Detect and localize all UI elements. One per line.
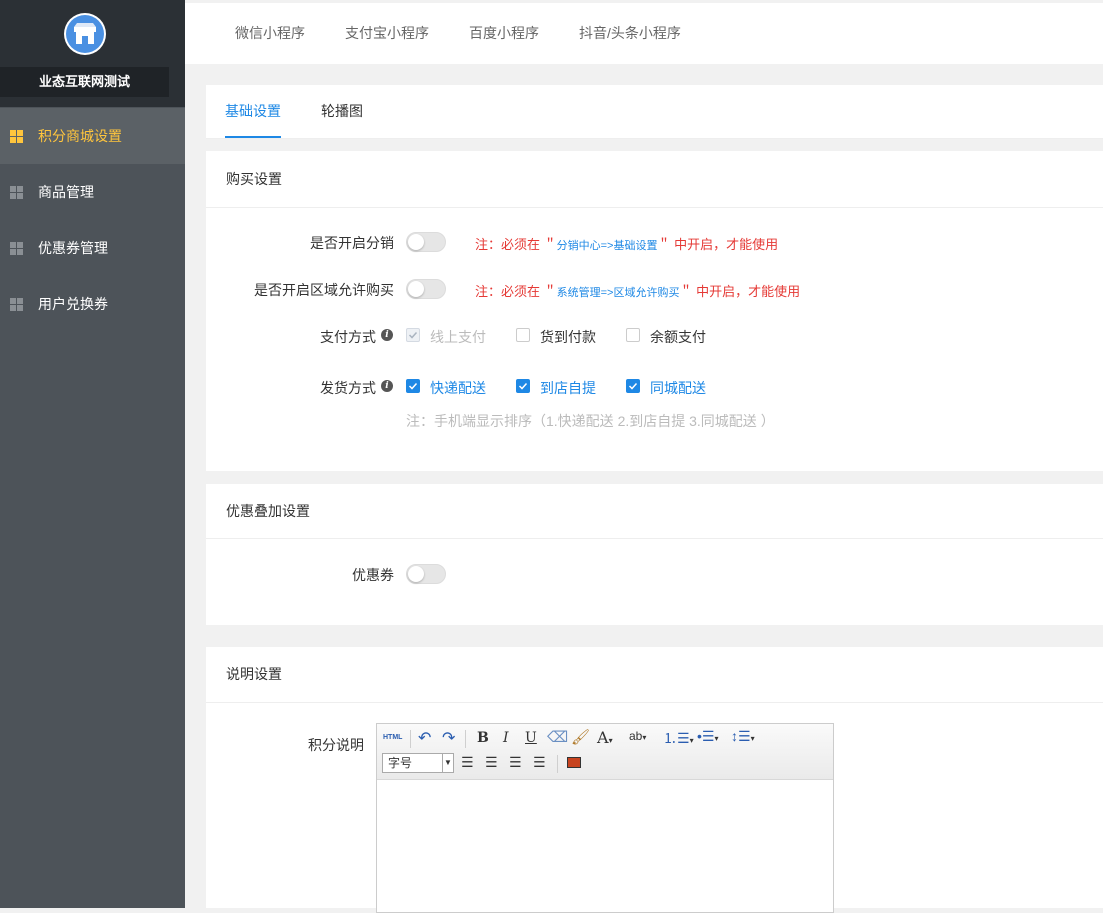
brand-name: 业态互联网测试 bbox=[0, 67, 169, 97]
editor-toolbar: HTML ↶ ↷ B I U ⌫ 🖌 A▾ ab▾ ⒈☰▾ •☰▾ ↕☰▾ 字号… bbox=[377, 724, 833, 780]
discount-stacking-panel: 优惠叠加设置 优惠券 bbox=[206, 484, 1103, 625]
store-logo-icon bbox=[64, 13, 106, 55]
sidebar-item-coupons[interactable]: 优惠券管理 bbox=[0, 220, 185, 276]
points-description-label: 积分说明 bbox=[308, 737, 364, 753]
distribution-note: 注：必须在 ＂分销中心=>基础设置＂ 中开启，才能使用 bbox=[475, 237, 779, 252]
tab-label: 基础设置 bbox=[225, 103, 281, 119]
info-icon[interactable]: i bbox=[381, 380, 393, 392]
italic-icon[interactable]: I bbox=[503, 730, 509, 746]
divider bbox=[206, 207, 1103, 208]
tab-label: 轮播图 bbox=[321, 103, 363, 119]
highlight-icon[interactable]: ab▾ bbox=[629, 729, 646, 743]
align-left-icon[interactable]: ☰ bbox=[461, 754, 474, 771]
toolbar-separator bbox=[557, 755, 558, 773]
brand-area: 业态互联网测试 bbox=[0, 0, 185, 107]
sidebar-item-label: 积分商城设置 bbox=[38, 128, 122, 144]
cash-on-delivery-label: 货到付款 bbox=[540, 329, 596, 345]
distribution-label: 是否开启分销 bbox=[310, 235, 394, 251]
align-right-icon[interactable]: ☰ bbox=[509, 754, 522, 771]
sidebar-item-user-vouchers[interactable]: 用户兑换券 bbox=[0, 276, 185, 332]
delivery-method-label: 发货方式 bbox=[320, 380, 376, 396]
payment-method-label: 支付方式 bbox=[320, 329, 376, 345]
editor-content-area[interactable] bbox=[377, 780, 833, 912]
line-height-icon[interactable]: ↕☰▾ bbox=[731, 728, 755, 745]
sidebar-item-label: 用户兑换券 bbox=[38, 296, 108, 312]
balance-payment-label: 余额支付 bbox=[650, 329, 706, 345]
bold-icon[interactable]: B bbox=[477, 730, 489, 746]
store-pickup-checkbox[interactable] bbox=[516, 379, 530, 393]
format-painter-icon[interactable]: 🖌 bbox=[571, 728, 590, 746]
eraser-icon[interactable]: ⌫ bbox=[547, 728, 568, 746]
platform-tabs: 微信小程序 支付宝小程序 百度小程序 抖音/头条小程序 bbox=[185, 3, 1103, 64]
align-justify-icon[interactable]: ☰ bbox=[533, 754, 546, 771]
balance-payment-checkbox[interactable] bbox=[626, 328, 640, 342]
express-delivery-label: 快递配送 bbox=[430, 380, 486, 396]
tab-douyin[interactable]: 抖音/头条小程序 bbox=[579, 3, 681, 64]
tab-basic-settings[interactable]: 基础设置 bbox=[225, 85, 281, 138]
local-delivery-label: 同城配送 bbox=[650, 380, 706, 396]
online-payment-checkbox[interactable] bbox=[406, 328, 420, 342]
cash-on-delivery-checkbox[interactable] bbox=[516, 328, 530, 342]
online-payment-label: 线上支付 bbox=[430, 329, 486, 345]
grid-icon bbox=[10, 242, 23, 255]
express-delivery-checkbox[interactable] bbox=[406, 379, 420, 393]
unordered-list-icon[interactable]: •☰▾ bbox=[697, 728, 718, 745]
sidebar-item-label: 商品管理 bbox=[38, 184, 94, 200]
undo-icon[interactable]: ↶ bbox=[418, 728, 431, 748]
coupon-switch[interactable] bbox=[406, 564, 446, 584]
tab-carousel[interactable]: 轮播图 bbox=[321, 85, 363, 138]
toolbar-separator bbox=[465, 730, 466, 748]
grid-icon bbox=[10, 298, 23, 311]
toolbar-separator bbox=[410, 730, 411, 748]
region-purchase-switch[interactable] bbox=[406, 279, 446, 299]
font-size-select[interactable]: 字号 ▼ bbox=[382, 753, 454, 773]
tab-wechat[interactable]: 微信小程序 bbox=[235, 3, 305, 64]
chevron-down-icon: ▼ bbox=[442, 754, 453, 772]
panel-title: 购买设置 bbox=[226, 171, 282, 187]
align-center-icon[interactable]: ☰ bbox=[485, 754, 498, 771]
redo-icon[interactable]: ↷ bbox=[442, 728, 455, 748]
info-icon[interactable]: i bbox=[381, 329, 393, 341]
insert-image-icon[interactable] bbox=[567, 757, 581, 768]
font-color-icon[interactable]: A▾ bbox=[597, 728, 613, 747]
store-pickup-label: 到店自提 bbox=[540, 380, 596, 396]
panel-title: 说明设置 bbox=[226, 666, 282, 682]
settings-tabs: 基础设置 轮播图 bbox=[206, 85, 1103, 139]
region-purchase-note: 注：必须在 ＂系统管理=>区域允许购买＂ 中开启，才能使用 bbox=[475, 284, 801, 299]
divider bbox=[206, 538, 1103, 539]
sidebar-item-goods[interactable]: 商品管理 bbox=[0, 164, 185, 220]
active-tab-indicator bbox=[225, 136, 281, 138]
sidebar-item-points-mall-settings[interactable]: 积分商城设置 bbox=[0, 108, 185, 164]
sidebar: 业态互联网测试 积分商城设置 商品管理 优惠券管理 用户兑换券 bbox=[0, 0, 185, 908]
tab-baidu[interactable]: 百度小程序 bbox=[469, 3, 539, 64]
ordered-list-icon[interactable]: ⒈☰▾ bbox=[663, 728, 694, 748]
divider bbox=[206, 702, 1103, 703]
html-source-button[interactable]: HTML bbox=[383, 734, 402, 741]
delivery-order-hint: 注：手机端显示排序（1.快递配送 2.到店自提 3.同城配送 ） bbox=[406, 413, 775, 429]
coupon-label: 优惠券 bbox=[352, 567, 394, 583]
sidebar-item-label: 优惠券管理 bbox=[38, 240, 108, 256]
local-delivery-checkbox[interactable] bbox=[626, 379, 640, 393]
grid-icon bbox=[10, 130, 23, 143]
purchase-settings-panel: 购买设置 是否开启分销 注：必须在 ＂分销中心=>基础设置＂ 中开启，才能使用 … bbox=[206, 151, 1103, 471]
underline-icon[interactable]: U bbox=[525, 730, 537, 746]
font-size-value: 字号 bbox=[388, 756, 413, 770]
rich-text-editor: HTML ↶ ↷ B I U ⌫ 🖌 A▾ ab▾ ⒈☰▾ •☰▾ ↕☰▾ 字号… bbox=[376, 723, 834, 913]
panel-title: 优惠叠加设置 bbox=[226, 503, 310, 519]
grid-icon bbox=[10, 186, 23, 199]
distribution-switch[interactable] bbox=[406, 232, 446, 252]
tab-alipay[interactable]: 支付宝小程序 bbox=[345, 3, 429, 64]
region-purchase-label: 是否开启区域允许购买 bbox=[254, 282, 394, 298]
